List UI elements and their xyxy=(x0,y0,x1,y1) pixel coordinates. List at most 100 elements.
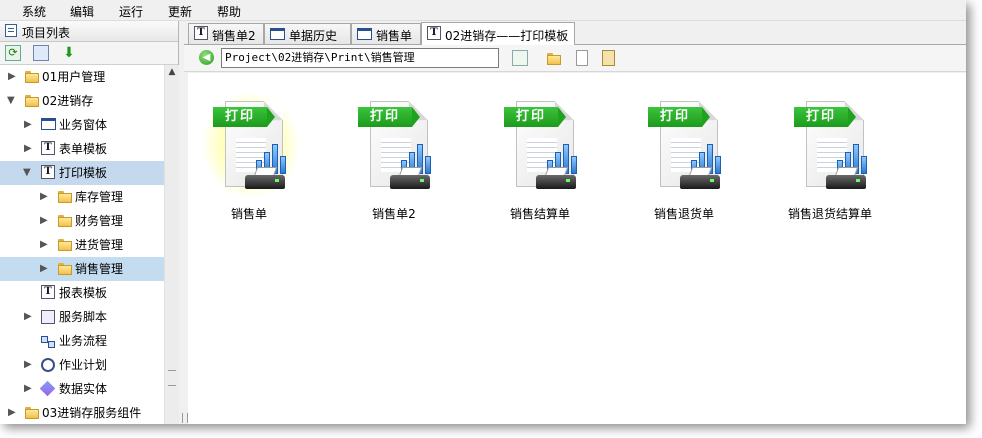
file-item-sales-settlement[interactable]: 打印 销售结算单 xyxy=(475,99,605,229)
tree-item-job-schedule[interactable]: ▶ 作业计划 xyxy=(0,353,164,377)
expand-arrow-icon[interactable]: ▶ xyxy=(24,113,32,137)
back-arrow-icon[interactable]: ◀ xyxy=(199,50,214,65)
address-bar: ◀ Project\02进销存\Print\销售管理 xyxy=(184,45,966,72)
tab-sales-order[interactable]: 销售单 xyxy=(351,23,421,44)
form-template-icon: T xyxy=(41,141,55,155)
tree-item-data-entities[interactable]: ▶ 数据实体 xyxy=(0,377,164,401)
main-area: T 销售单2 单据历史 销售单 T 02进销存——打印模板 ◀ Project\… xyxy=(182,21,966,424)
menu-system[interactable]: 系统 xyxy=(22,3,46,20)
tree-item-label: 作业计划 xyxy=(59,358,108,372)
tree-item-label: 服务脚本 xyxy=(59,310,108,324)
splitter-grip-icon[interactable] xyxy=(182,413,188,423)
tree-item-report-templates[interactable]: T 报表模板 xyxy=(0,281,164,305)
print-template-file-icon: 打印 xyxy=(504,99,580,199)
project-list-icon xyxy=(5,24,17,37)
app-window: 系统 编辑 运行 更新 帮助 项目列表 ⟳ ⬇ ▶ 01用户管理 ▼ 02进销存… xyxy=(0,0,966,424)
tree-item-stock-management[interactable]: ▶ 库存管理 xyxy=(0,185,164,209)
scroll-up-arrow-icon[interactable]: ▲ xyxy=(165,65,179,79)
data-entity-icon xyxy=(39,380,56,397)
properties-icon[interactable] xyxy=(33,45,49,61)
expand-arrow-icon[interactable]: ▶ xyxy=(40,257,48,281)
tree-item-label: 库存管理 xyxy=(75,190,124,204)
project-panel-title: 项目列表 xyxy=(22,26,71,40)
tree-item-print-templates[interactable]: ▼ T 打印模板 xyxy=(0,161,164,185)
tree-item-label: 01用户管理 xyxy=(42,70,106,84)
expand-arrow-icon[interactable]: ▶ xyxy=(24,305,32,329)
project-toolbar: ⟳ ⬇ xyxy=(0,42,178,65)
splitter-grip[interactable] xyxy=(168,370,176,386)
project-tree: ▶ 01用户管理 ▼ 02进销存 ▶ 业务窗体 ▶ T 表单模板 ▼ T 打印模… xyxy=(0,65,164,424)
tree-item-label: 销售管理 xyxy=(75,262,124,276)
tree-item-label: 表单模板 xyxy=(59,142,108,156)
tab-label: 02进销存——打印模板 xyxy=(445,29,569,43)
refresh-icon[interactable]: ⟳ xyxy=(5,45,21,61)
new-folder-icon[interactable] xyxy=(546,50,562,66)
tree-item-purchase-management[interactable]: ▶ 进货管理 xyxy=(0,233,164,257)
file-item-sales-return[interactable]: 打印 销售退货单 xyxy=(619,99,749,229)
tab-document-history[interactable]: 单据历史 xyxy=(264,23,351,44)
expand-arrow-icon[interactable]: ▶ xyxy=(40,233,48,257)
file-item-label: 销售结算单 xyxy=(509,207,570,221)
tree-scrollbar[interactable]: ▲ xyxy=(164,65,179,424)
menu-run[interactable]: 运行 xyxy=(119,3,143,20)
expand-arrow-icon[interactable]: ▶ xyxy=(24,353,32,377)
tree-item-user-management[interactable]: ▶ 01用户管理 xyxy=(0,65,164,89)
printer-icon xyxy=(390,167,430,191)
menu-help[interactable]: 帮助 xyxy=(217,3,241,20)
expand-arrow-icon[interactable]: ▶ xyxy=(24,137,32,161)
path-input[interactable]: Project\02进销存\Print\销售管理 xyxy=(221,48,499,68)
tab-sales-order-2[interactable]: T 销售单2 xyxy=(188,23,264,44)
expand-arrow-icon[interactable]: ▶ xyxy=(8,65,16,89)
expand-arrow-icon[interactable]: ▶ xyxy=(8,401,16,424)
text-template-icon: T xyxy=(194,26,208,40)
tree-item-workflow[interactable]: 业务流程 xyxy=(0,329,164,353)
tree-item-label: 02进销存 xyxy=(42,94,94,108)
menu-edit[interactable]: 编辑 xyxy=(70,3,94,20)
file-view: 打印 销售单 打印 销售单2 打印 销售结算单 打印 销售退货单 打印 销售退货… xyxy=(182,73,966,424)
print-badge: 打印 xyxy=(358,107,420,127)
menu-update[interactable]: 更新 xyxy=(168,3,192,20)
schedule-icon xyxy=(41,358,55,372)
printer-icon xyxy=(536,167,576,191)
tree-item-business-forms[interactable]: ▶ 业务窗体 xyxy=(0,113,164,137)
file-item-sales-order[interactable]: 打印 销售单 xyxy=(184,91,314,229)
tree-item-label: 打印模板 xyxy=(59,166,108,180)
project-panel-header: 项目列表 xyxy=(0,21,178,42)
print-badge: 打印 xyxy=(794,107,856,127)
collapse-arrow-icon[interactable]: ▼ xyxy=(7,89,15,113)
collapse-arrow-icon[interactable]: ▼ xyxy=(23,161,31,185)
tree-item-inventory[interactable]: ▼ 02进销存 xyxy=(0,89,164,113)
document-tabs: T 销售单2 单据历史 销售单 T 02进销存——打印模板 xyxy=(184,21,966,45)
tab-label: 销售单 xyxy=(376,29,413,43)
tab-print-templates[interactable]: T 02进销存——打印模板 xyxy=(421,22,575,45)
tree-item-finance-management[interactable]: ▶ 财务管理 xyxy=(0,209,164,233)
tree-item-label: 进货管理 xyxy=(75,238,124,252)
file-item-label: 销售退货单 xyxy=(653,207,714,221)
paste-icon[interactable] xyxy=(602,50,615,66)
file-item-sales-order-2[interactable]: 打印 销售单2 xyxy=(329,99,459,229)
tree-item-label: 业务窗体 xyxy=(59,118,108,132)
print-template-file-icon: 打印 xyxy=(794,99,870,199)
file-item-label: 销售单2 xyxy=(372,207,416,221)
tab-label: 单据历史 xyxy=(289,29,338,43)
tree-item-sales-management[interactable]: ▶ 销售管理 xyxy=(0,257,164,281)
print-badge: 打印 xyxy=(648,107,710,127)
refresh-path-icon[interactable] xyxy=(512,50,528,66)
text-template-icon: T xyxy=(427,26,441,40)
printer-icon xyxy=(245,167,285,191)
file-item-sales-return-settlement[interactable]: 打印 销售退货结算单 xyxy=(765,99,895,229)
printer-icon xyxy=(680,167,720,191)
tree-item-label: 报表模板 xyxy=(59,286,108,300)
tree-item-inventory-service-components[interactable]: ▶ 03进销存服务组件 xyxy=(0,401,164,424)
download-icon[interactable]: ⬇ xyxy=(61,45,77,61)
print-template-file-icon: 打印 xyxy=(648,99,724,199)
tree-item-service-scripts[interactable]: ▶ 服务脚本 xyxy=(0,305,164,329)
new-file-icon[interactable] xyxy=(576,50,588,66)
expand-arrow-icon[interactable]: ▶ xyxy=(24,377,32,401)
print-template-icon: T xyxy=(41,165,55,179)
tree-item-form-templates[interactable]: ▶ T 表单模板 xyxy=(0,137,164,161)
window-icon xyxy=(357,28,372,40)
print-badge: 打印 xyxy=(504,107,566,127)
expand-arrow-icon[interactable]: ▶ xyxy=(40,209,48,233)
expand-arrow-icon[interactable]: ▶ xyxy=(40,185,48,209)
